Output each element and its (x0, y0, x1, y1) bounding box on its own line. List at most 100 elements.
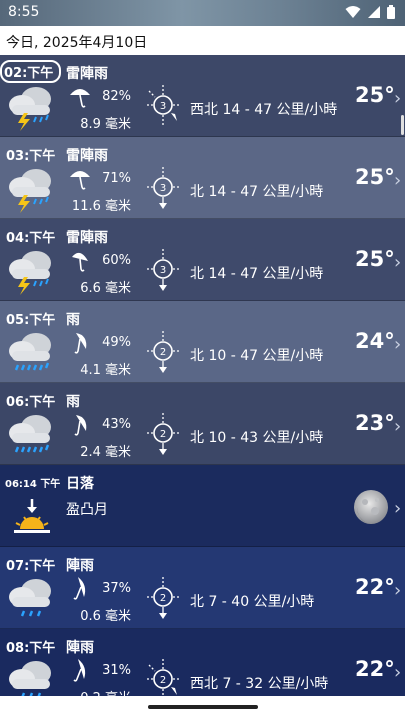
rain-icon (9, 415, 51, 453)
wind-level: 3 (160, 101, 166, 112)
wind-direction-icon: 3 (147, 167, 179, 209)
row-condition: 雨 (66, 312, 80, 328)
wind-text: 北 14 - 47 公里/小時 (190, 266, 324, 282)
wind-direction-icon: 3 (147, 249, 179, 291)
status-icons (345, 5, 395, 19)
row-condition: 雷陣雨 (66, 148, 108, 164)
row-time: 05:下午 (6, 313, 56, 328)
row-time: 07:下午 (6, 559, 56, 574)
thunderstorm-icon (9, 251, 51, 295)
row-condition: 雨 (66, 394, 80, 410)
wind-text: 北 10 - 47 公里/小時 (190, 348, 324, 364)
precip-percent: 31% (102, 663, 131, 678)
forecast-row[interactable]: 05:下午 雨 49% 4.1 毫米 2 北 10 - 47 公里/小時 24°… (0, 301, 405, 383)
row-time: 06:下午 (6, 395, 56, 410)
row-time: 04:下午 (6, 231, 56, 246)
row-temperature: 25° (355, 165, 395, 189)
chevron-right-icon[interactable]: › (394, 334, 401, 355)
wind-level: 2 (160, 429, 166, 440)
moon-icon (354, 490, 388, 524)
chevron-right-icon[interactable]: › (394, 416, 401, 437)
status-time: 8:55 (8, 4, 40, 20)
wind-level: 2 (160, 675, 166, 686)
precip-percent: 43% (102, 417, 131, 432)
row-condition: 雷陣雨 (66, 66, 108, 82)
signal-icon (368, 6, 380, 18)
status-bar: 8:55 (0, 0, 405, 26)
wind-direction-icon: 2 (147, 413, 179, 455)
precip-percent: 71% (102, 171, 131, 186)
hourly-forecast-list[interactable]: 02:下午 雷陣雨 82% 8.9 毫米 3 西北 14 - 47 公里/小時 … (0, 55, 405, 720)
precip-percent: 49% (102, 335, 131, 350)
precip-amount: 4.1 毫米 (80, 363, 131, 378)
chevron-right-icon[interactable]: › (394, 580, 401, 601)
thunderstorm-icon (9, 87, 51, 131)
row-temperature: 22° (355, 575, 395, 599)
wind-direction-icon: 2 (147, 659, 179, 699)
date-text: 今日, 2025年4月10日 (6, 35, 148, 51)
thunderstorm-icon (9, 169, 51, 213)
chevron-right-icon[interactable]: › (394, 662, 401, 683)
wifi-icon (345, 6, 361, 18)
umbrella-icon (73, 577, 86, 600)
wind-text: 西北 14 - 47 公里/小時 (190, 102, 338, 118)
precip-amount: 11.6 毫米 (71, 199, 131, 214)
scrollbar[interactable] (401, 115, 404, 135)
chevron-right-icon[interactable]: › (394, 88, 401, 109)
umbrella-icon (72, 252, 88, 272)
chevron-right-icon[interactable]: › (394, 498, 401, 519)
home-gesture-handle[interactable] (148, 705, 258, 709)
gesture-nav-bar (0, 696, 405, 720)
wind-level: 2 (160, 347, 166, 358)
wind-direction-icon: 2 (147, 577, 179, 619)
battery-icon (387, 5, 395, 19)
forecast-row[interactable]: 02:下午 雷陣雨 82% 8.9 毫米 3 西北 14 - 47 公里/小時 … (0, 55, 405, 137)
row-temperature: 23° (355, 411, 395, 435)
precip-amount: 6.6 毫米 (80, 281, 131, 296)
precip-percent: 37% (102, 581, 131, 596)
precip-percent: 60% (102, 253, 131, 268)
wind-direction-icon: 3 (147, 85, 179, 125)
wind-level: 2 (160, 593, 166, 604)
umbrella-icon (74, 333, 87, 354)
forecast-row[interactable]: 03:下午 雷陣雨 71% 11.6 毫米 3 北 14 - 47 公里/小時 … (0, 137, 405, 219)
wind-level: 3 (160, 265, 166, 276)
sunset-time: 06:14 下午 (5, 479, 61, 490)
wind-text: 北 14 - 47 公里/小時 (190, 184, 324, 200)
row-temperature: 24° (355, 329, 395, 353)
wind-direction-icon: 2 (147, 331, 179, 373)
wind-level: 3 (160, 183, 166, 194)
forecast-row[interactable]: 07:下午 陣雨 37% 0.6 毫米 2 北 7 - 40 公里/小時 22°… (0, 547, 405, 629)
date-header: 今日, 2025年4月10日 (0, 26, 405, 55)
shower-icon (9, 579, 51, 617)
chevron-right-icon[interactable]: › (394, 170, 401, 191)
forecast-row[interactable]: 06:下午 雨 43% 2.4 毫米 2 北 10 - 43 公里/小時 23°… (0, 383, 405, 465)
row-time: 03:下午 (6, 149, 56, 164)
row-time: 08:下午 (6, 641, 56, 656)
precip-amount: 0.6 毫米 (80, 609, 131, 624)
wind-text: 北 7 - 40 公里/小時 (190, 594, 315, 610)
chevron-right-icon[interactable]: › (394, 252, 401, 273)
umbrella-icon (73, 659, 86, 682)
row-condition: 陣雨 (66, 558, 94, 574)
row-condition: 雷陣雨 (66, 230, 108, 246)
row-time: 02:下午 (0, 60, 62, 83)
umbrella-icon (70, 171, 90, 190)
umbrella-icon (74, 415, 87, 436)
row-temperature: 25° (355, 83, 395, 107)
row-temperature: 22° (355, 657, 395, 681)
sunset-row[interactable]: 06:14 下午 日落 盈凸月 › (0, 465, 405, 547)
sunset-title: 日落 (66, 476, 94, 492)
wind-text: 西北 7 - 32 公里/小時 (190, 676, 329, 692)
wind-text: 北 10 - 43 公里/小時 (190, 430, 324, 446)
forecast-row[interactable]: 04:下午 雷陣雨 60% 6.6 毫米 3 北 14 - 47 公里/小時 2… (0, 219, 405, 301)
sunset-icon (14, 499, 50, 533)
row-condition: 陣雨 (66, 640, 94, 656)
umbrella-icon (70, 89, 90, 108)
rain-icon (9, 333, 51, 371)
precip-amount: 2.4 毫米 (80, 445, 131, 460)
row-temperature: 25° (355, 247, 395, 271)
moon-phase-text: 盈凸月 (66, 502, 108, 518)
precip-percent: 82% (102, 89, 131, 104)
precip-amount: 8.9 毫米 (80, 117, 131, 132)
